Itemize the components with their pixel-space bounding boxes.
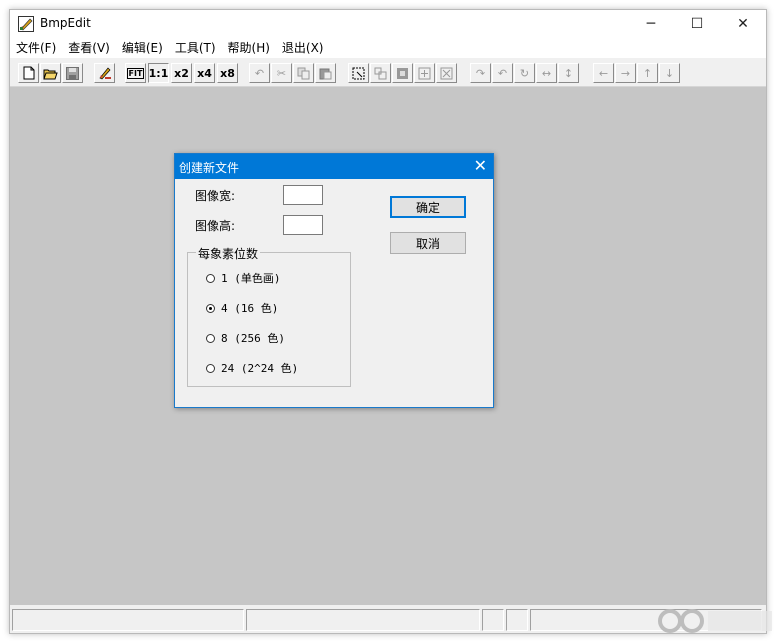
option-1-bit[interactable]: 1 (单色画) — [206, 270, 281, 286]
radio-checked-icon — [206, 303, 215, 313]
radio-icon — [206, 333, 215, 343]
delete-selection-icon — [440, 67, 453, 79]
move-up-button[interactable]: ↑ — [637, 63, 658, 83]
dialog-title-bar[interactable]: 创建新文件 ✕ — [175, 154, 493, 179]
rotate-180-icon: ↻ — [519, 66, 530, 80]
crop-button[interactable] — [370, 63, 391, 83]
copy-button[interactable] — [293, 63, 314, 83]
crop-icon — [374, 67, 387, 79]
status-pane-small-1 — [482, 609, 504, 631]
zoom-2-button[interactable]: x2 — [171, 63, 192, 83]
cut-button[interactable]: ✂ — [271, 63, 292, 83]
insert-icon — [418, 67, 431, 79]
move-right-button[interactable]: → — [615, 63, 636, 83]
create-new-file-dialog: 创建新文件 ✕ 图像宽: 图像高: 确定 取消 每象素位数 1 (单色画) 4 … — [174, 153, 494, 408]
new-file-button[interactable] — [18, 63, 39, 83]
rotate-180-button[interactable]: ↻ — [514, 63, 535, 83]
title-bar[interactable]: BmpEdit ─ ☐ ✕ — [10, 10, 766, 38]
status-pane-info — [246, 609, 480, 631]
open-file-button[interactable] — [40, 63, 61, 83]
zoom-8-button[interactable]: x8 — [217, 63, 238, 83]
radio-icon — [206, 273, 215, 283]
pencil-color-icon — [98, 67, 111, 80]
delete-selection-button[interactable] — [436, 63, 457, 83]
undo-button[interactable]: ↶ — [249, 63, 270, 83]
zoom-1-button[interactable]: 1:1 — [148, 63, 169, 83]
move-left-button[interactable]: ← — [593, 63, 614, 83]
width-input[interactable] — [283, 185, 323, 205]
paste-button[interactable] — [315, 63, 336, 83]
option-label: 1 (单色画) — [221, 272, 281, 285]
maximize-button[interactable]: ☐ — [674, 10, 720, 38]
arrow-right-icon: → — [620, 66, 631, 80]
watermark-logo-icon — [658, 609, 772, 633]
copy-icon — [297, 67, 310, 79]
arrow-down-icon: ↓ — [664, 66, 675, 80]
menu-view[interactable]: 查看(V) — [62, 38, 116, 58]
option-8-bit[interactable]: 8 (256 色) — [206, 330, 285, 346]
arrow-up-icon: ↑ — [642, 66, 653, 80]
dialog-close-icon[interactable]: ✕ — [474, 156, 487, 175]
menu-edit[interactable]: 编辑(E) — [116, 38, 169, 58]
select-region-button[interactable] — [348, 63, 369, 83]
frame-icon — [397, 67, 408, 79]
window-title: BmpEdit — [40, 16, 91, 30]
save-file-button[interactable] — [62, 63, 83, 83]
height-label: 图像高: — [195, 219, 236, 233]
arrow-left-icon: ← — [598, 66, 609, 80]
select-region-icon — [352, 67, 365, 79]
option-label: 24 (2^24 色) — [221, 362, 299, 375]
menu-bar: 文件(F) 查看(V) 编辑(E) 工具(T) 帮助(H) 退出(X) — [10, 38, 766, 58]
scissors-icon: ✂ — [276, 66, 287, 80]
undo-icon: ↶ — [254, 66, 265, 80]
ok-button[interactable]: 确定 — [390, 196, 466, 218]
option-24-bit[interactable]: 24 (2^24 色) — [206, 360, 298, 376]
new-file-icon — [23, 66, 34, 80]
menu-file[interactable]: 文件(F) — [10, 38, 62, 58]
radio-icon — [206, 363, 215, 373]
move-down-button[interactable]: ↓ — [659, 63, 680, 83]
height-input[interactable] — [283, 215, 323, 235]
status-pane-message — [12, 609, 244, 631]
bits-per-pixel-group: 每象素位数 1 (单色画) 4 (16 色) 8 (256 色) 24 (2^2… — [187, 245, 351, 387]
rotate-right-icon: ↷ — [475, 66, 486, 80]
dialog-title: 创建新文件 — [179, 161, 240, 175]
insert-button[interactable] — [414, 63, 435, 83]
option-label: 8 (256 色) — [221, 332, 285, 345]
open-folder-icon — [43, 69, 58, 79]
zoom-fit-button[interactable]: FIT — [125, 63, 146, 83]
width-label: 图像宽: — [195, 189, 236, 203]
flip-horizontal-button[interactable]: ↔ — [536, 63, 557, 83]
flip-vertical-icon: ↕ — [563, 66, 574, 80]
group-label: 每象素位数 — [196, 245, 261, 262]
zoom-4-button[interactable]: x4 — [194, 63, 215, 83]
status-bar — [10, 605, 766, 633]
menu-tools[interactable]: 工具(T) — [169, 38, 222, 58]
flip-vertical-button[interactable]: ↕ — [558, 63, 579, 83]
minimize-button[interactable]: ─ — [628, 10, 674, 38]
paste-icon — [319, 68, 332, 79]
rotate-left-icon: ↶ — [497, 66, 508, 80]
menu-exit[interactable]: 退出(X) — [276, 38, 330, 58]
zoom-fit-label: FIT — [126, 67, 145, 79]
rotate-left-button[interactable]: ↶ — [492, 63, 513, 83]
status-pane-small-2 — [506, 609, 528, 631]
flip-horizontal-icon: ↔ — [541, 66, 552, 80]
toolbar: FIT 1:1 x2 x4 x8 ↶ ✂ ↷ ↶ ↻ ↔ ↕ ← → ↑ ↓ — [10, 60, 766, 87]
frame-button[interactable] — [392, 63, 413, 83]
app-paint-icon — [18, 16, 34, 32]
option-4-bit[interactable]: 4 (16 色) — [206, 300, 278, 316]
cancel-button[interactable]: 取消 — [390, 232, 466, 254]
option-label: 4 (16 色) — [221, 302, 279, 315]
rotate-right-button[interactable]: ↷ — [470, 63, 491, 83]
pencil-tool-button[interactable] — [94, 63, 115, 83]
menu-help[interactable]: 帮助(H) — [222, 38, 276, 58]
save-disk-icon — [66, 66, 79, 80]
close-button[interactable]: ✕ — [720, 10, 766, 38]
